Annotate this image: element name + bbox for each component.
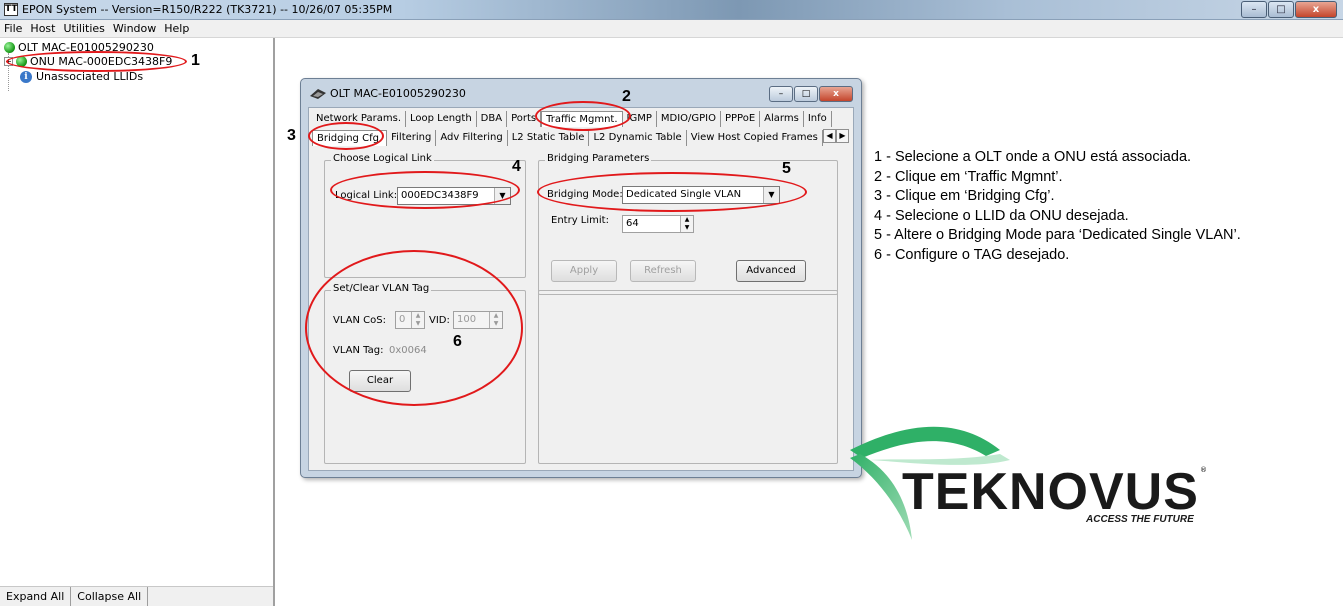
minimize-button[interactable]: – bbox=[1241, 1, 1267, 18]
window-controls: – □ x bbox=[1240, 1, 1337, 18]
child-window-titlebar: OLT MAC-E01005290230 bbox=[309, 87, 466, 100]
child-minimize-button[interactable]: – bbox=[769, 86, 793, 102]
child-close-button[interactable]: x bbox=[819, 86, 853, 102]
tab-scroll-right-icon[interactable]: ▶ bbox=[836, 129, 849, 143]
annotation-number-1: 1 bbox=[191, 52, 200, 69]
instruction-step: 3 - Clique em ‘Bridging Cfg’. bbox=[874, 188, 1055, 204]
menu-utilities[interactable]: Utilities bbox=[59, 20, 108, 37]
instruction-step: 4 - Selecione o LLID da ONU desejada. bbox=[874, 207, 1129, 224]
tab-mdio-gpio[interactable]: MDIO/GPIO bbox=[657, 111, 721, 127]
tree-item-unassociated-llids[interactable]: i Unassociated LLIDs bbox=[20, 70, 143, 83]
entry-limit-label: Entry Limit: bbox=[551, 215, 609, 226]
annotation-number-2: 2 bbox=[622, 88, 631, 105]
device-tree-panel: OLT MAC-E01005290230 + ONU MAC-000EDC343… bbox=[0, 38, 275, 606]
annotation-number-5: 5 bbox=[782, 160, 791, 177]
logo-tagline: ACCESS THE FUTURE bbox=[1086, 514, 1194, 525]
registered-mark: ® bbox=[1200, 466, 1207, 474]
green-status-icon bbox=[4, 42, 15, 53]
annotation-ellipse-5 bbox=[537, 172, 807, 212]
instruction-step: 5 - Altere o Bridging Mode para ‘Dedicat… bbox=[874, 227, 1241, 243]
empty-settings-group bbox=[538, 290, 838, 464]
group-title: Bridging Parameters bbox=[545, 153, 652, 164]
tab-scroll-arrows: ◀ ▶ bbox=[823, 129, 849, 143]
menu-file[interactable]: File bbox=[0, 20, 26, 37]
child-window-controls: – □ x bbox=[768, 86, 853, 102]
entry-limit-value: 64 bbox=[626, 218, 639, 229]
title-bar: TT EPON System -- Version=R150/R222 (TK3… bbox=[0, 0, 1343, 20]
advanced-button[interactable]: Advanced bbox=[736, 260, 806, 282]
instruction-step: 6 - Configure o TAG desejado. bbox=[874, 246, 1070, 263]
tab-scroll-left-icon[interactable]: ◀ bbox=[823, 129, 836, 143]
close-button[interactable]: x bbox=[1295, 1, 1337, 18]
instruction-step: 1 - Selecione a OLT onde a ONU está asso… bbox=[874, 149, 1192, 165]
teknovus-logo: TEKNOVUS ® ACCESS THE FUTURE bbox=[850, 410, 1230, 570]
tab-info[interactable]: Info bbox=[804, 111, 832, 127]
tree-button-bar: Expand All Collapse All bbox=[0, 586, 273, 606]
annotation-number-6: 6 bbox=[453, 333, 462, 350]
child-window-title: OLT MAC-E01005290230 bbox=[330, 87, 466, 100]
apply-button[interactable]: Apply bbox=[551, 260, 617, 282]
tab-loop-length[interactable]: Loop Length bbox=[406, 111, 477, 127]
tab-l2-static-table[interactable]: L2 Static Table bbox=[508, 130, 590, 146]
annotation-ellipse-3 bbox=[308, 122, 384, 150]
logo-wordmark: TEKNOVUS bbox=[902, 463, 1199, 521]
annotation-ellipse-1 bbox=[6, 51, 187, 72]
tab-view-host-copied-frames[interactable]: View Host Copied Frames bbox=[687, 130, 823, 146]
tab-alarms[interactable]: Alarms bbox=[760, 111, 804, 127]
olt-device-icon bbox=[310, 88, 326, 99]
annotation-number-3: 3 bbox=[287, 127, 296, 144]
tab-dba[interactable]: DBA bbox=[477, 111, 508, 127]
app-icon: TT bbox=[4, 3, 18, 16]
refresh-button[interactable]: Refresh bbox=[630, 260, 696, 282]
stepper-arrows-icon[interactable]: ▲ ▼ bbox=[680, 216, 693, 232]
annotation-ellipse-6 bbox=[305, 250, 523, 406]
child-maximize-button[interactable]: □ bbox=[794, 86, 818, 102]
annotation-number-4: 4 bbox=[512, 158, 521, 175]
info-icon: i bbox=[20, 70, 32, 83]
instructions-list: 1 - Selecione a OLT onde a ONU está asso… bbox=[874, 148, 1241, 265]
tab-row-secondary: Bridging Cfg. Filtering Adv Filtering L2… bbox=[312, 130, 823, 146]
menu-help[interactable]: Help bbox=[160, 20, 193, 37]
tab-filtering[interactable]: Filtering bbox=[387, 130, 437, 146]
menu-window[interactable]: Window bbox=[109, 20, 160, 37]
maximize-button[interactable]: □ bbox=[1268, 1, 1294, 18]
tab-l2-dynamic-table[interactable]: L2 Dynamic Table bbox=[589, 130, 687, 146]
menu-host[interactable]: Host bbox=[26, 20, 59, 37]
window-title: EPON System -- Version=R150/R222 (TK3721… bbox=[22, 3, 393, 16]
annotation-ellipse-2 bbox=[535, 101, 631, 131]
tab-adv-filtering[interactable]: Adv Filtering bbox=[436, 130, 508, 146]
instruction-step: 2 - Clique em ‘Traffic Mgmnt’. bbox=[874, 168, 1063, 185]
expand-all-button[interactable]: Expand All bbox=[0, 587, 72, 606]
group-title: Choose Logical Link bbox=[331, 153, 434, 164]
annotation-ellipse-4 bbox=[330, 171, 520, 209]
menu-bar: File Host Utilities Window Help bbox=[0, 20, 1343, 38]
collapse-all-button[interactable]: Collapse All bbox=[71, 587, 149, 606]
entry-limit-stepper[interactable]: 64 ▲ ▼ bbox=[622, 215, 694, 233]
tab-pppoe[interactable]: PPPoE bbox=[721, 111, 761, 127]
